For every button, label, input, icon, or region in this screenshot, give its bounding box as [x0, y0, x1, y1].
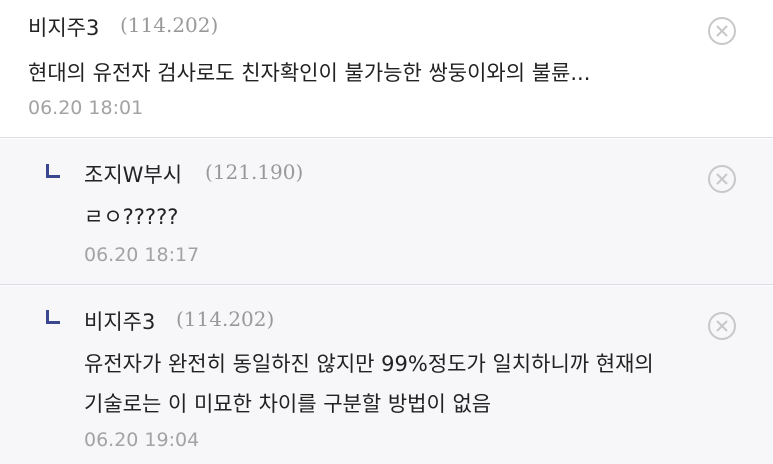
comment-text-line: 현대의 유전자 검사로도 친자확인이 불가능한 쌍둥이와의 불륜... [28, 61, 591, 85]
reply-arrow-icon [46, 310, 60, 324]
comment-text-line: 유전자가 완전히 동일하진 않지만 99%정도가 일치하니까 현재의 [84, 352, 654, 376]
close-circle-icon[interactable] [707, 164, 737, 194]
comment-ip: (114.202) [176, 307, 275, 331]
comment-author[interactable]: 비지주3 [28, 12, 99, 42]
comment-text-line: ㄹㅇ????? [84, 205, 179, 229]
comment-author[interactable]: 조지W부시 [84, 159, 182, 189]
comment-text: ㄹㅇ????? [84, 197, 178, 237]
comment-author[interactable]: 비지주3 [84, 306, 155, 336]
reply-item: 비지주3 (114.202) 유전자가 완전히 동일하진 않지만 99%정도가 … [0, 286, 773, 464]
comment-text: 유전자가 완전히 동일하진 않지만 99%정도가 일치하니까 현재의 기술로는 … [84, 344, 654, 424]
comment-item: 비지주3 (114.202) 현대의 유전자 검사로도 친자확인이 불가능한 쌍… [0, 0, 773, 138]
reply-item: 조지W부시 (121.190) ㄹㅇ????? 06.20 18:17 [0, 139, 773, 285]
comment-ip: (114.202) [120, 13, 219, 37]
close-circle-icon[interactable] [707, 16, 737, 46]
comment-text-line: 기술로는 이 미묘한 차이를 구분할 방법이 없음 [84, 392, 492, 416]
comment-date: 06.20 18:01 [28, 97, 144, 119]
comment-date: 06.20 18:17 [84, 244, 200, 266]
comment-text: 현대의 유전자 검사로도 친자확인이 불가능한 쌍둥이와의 불륜... [28, 53, 590, 93]
reply-arrow-icon [46, 164, 60, 178]
comment-date: 06.20 19:04 [84, 429, 200, 451]
close-circle-icon[interactable] [707, 311, 737, 341]
comment-ip: (121.190) [205, 160, 304, 184]
